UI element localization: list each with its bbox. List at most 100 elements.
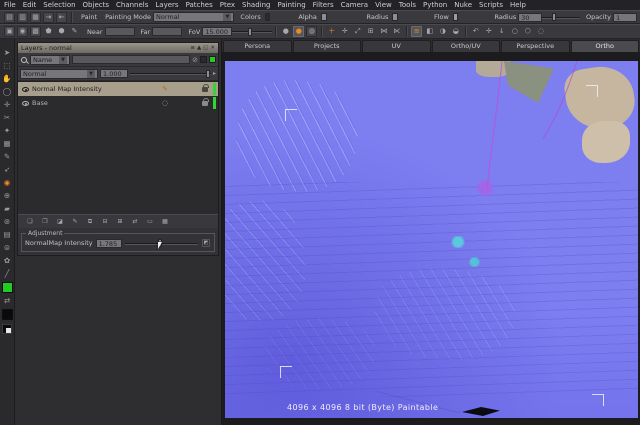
menu-view[interactable]: View [375,1,392,9]
tab-ortho[interactable]: Ortho [571,40,640,52]
orbit-icon[interactable]: ○ [509,26,520,37]
duplicate-layer-icon[interactable]: ⧉ [85,217,95,227]
mirror-y-icon[interactable]: ⋉ [391,26,402,37]
radius-slider-handle[interactable] [552,13,556,21]
colors-swatch[interactable] [265,13,271,21]
visible-indicator-chip[interactable] [209,56,216,63]
zoom-magnifier-icon[interactable]: ◯ [1,86,13,98]
fov-field[interactable]: 15.000 [202,27,232,36]
select-tool-icon[interactable]: ➤ [1,47,13,59]
lock-icon[interactable] [202,101,208,106]
visibility-eye-icon[interactable] [22,87,29,92]
reset-colors-icon[interactable] [2,324,12,334]
menu-shading[interactable]: Shading [242,1,270,9]
blend-options-icon[interactable]: ▸ [213,70,216,77]
marquee-select-icon[interactable]: ⬚ [1,60,13,72]
add-folder-icon[interactable]: ❐ [40,217,50,227]
tab-perspective[interactable]: Perspective [501,40,570,52]
masking-icon[interactable]: ◒ [450,26,461,37]
blend-mode-dropdown[interactable]: Normal ▼ [20,69,98,79]
menu-objects[interactable]: Objects [83,1,109,9]
tab-persona[interactable]: Persona [223,40,292,52]
far-field[interactable] [152,27,182,36]
menu-selection[interactable]: Selection [43,1,75,9]
save-project-icon[interactable]: ▦ [30,12,41,23]
gradient-tool-icon[interactable]: ▤ [1,229,13,241]
menu-patches[interactable]: Patches [186,1,213,9]
pan-hand-icon[interactable]: ✋ [1,73,13,85]
fov-slider-handle[interactable] [248,28,252,36]
palette-menu-icon[interactable]: ≡ [190,43,195,53]
normal-map-canvas[interactable]: 4096 x 4096 8 bit (Byte) Paintable [225,61,638,418]
palette-titlebar[interactable]: Layers - normal ≡ ▲ ◱ ✕ [18,43,218,53]
menu-help[interactable]: Help [510,1,526,9]
radius-checkbox[interactable] [392,13,398,21]
blur-tool-icon[interactable]: ✿ [1,255,13,267]
eraser-tool-icon[interactable]: ▰ [1,203,13,215]
blend-amount-slider[interactable] [130,69,211,79]
transform-icon[interactable]: ⤢ [352,26,363,37]
paint-tool-icon[interactable]: ◉ [1,177,13,189]
pan-view-icon[interactable]: ⬡ [522,26,533,37]
reset-adjustment-icon[interactable]: ◩ [202,239,210,247]
lighting-flat-icon[interactable]: ● [280,26,291,37]
clear-filter-icon[interactable]: ⊘ [192,56,198,64]
merge-layers-icon[interactable]: ⊟ [100,217,110,227]
projection-icon[interactable]: ≡ [411,26,422,37]
layer-row-normal-map-intensity[interactable]: Normal Map Intensity ✎ [18,82,218,96]
add-layer-icon[interactable]: ❏ [25,217,35,227]
falloff-icon[interactable]: ◑ [437,26,448,37]
visibility-eye-icon[interactable] [22,101,29,106]
new-project-icon[interactable]: ▤ [4,12,15,23]
export-icon[interactable]: ⇤ [56,12,67,23]
palette-float-icon[interactable]: ◱ [203,43,208,53]
menu-ptex[interactable]: Ptex [220,1,235,9]
tab-projects[interactable]: Projects [293,40,362,52]
lighting-full-icon[interactable]: ◍ [306,26,317,37]
viewport[interactable]: 4096 x 4096 8 bit (Byte) Paintable [222,52,640,425]
symmetry-icon[interactable]: ◧ [424,26,435,37]
near-field[interactable] [105,27,135,36]
menu-channels[interactable]: Channels [116,1,148,9]
tab-ortho-uv[interactable]: Ortho/UV [432,40,501,52]
foreground-color-swatch[interactable] [2,282,13,293]
paint-target-icon[interactable]: ＋ [326,26,337,37]
fov-slider[interactable] [232,27,272,37]
menu-tools[interactable]: Tools [399,1,416,9]
import-icon[interactable]: ⇥ [43,12,54,23]
zoom-view-icon[interactable]: ◌ [535,26,546,37]
add-adjustment-icon[interactable]: ◪ [55,217,65,227]
remove-layer-icon[interactable]: ▭ [145,217,155,227]
shader-icon[interactable]: ⬢ [56,26,67,37]
palette-collapse-icon[interactable]: ▲ [197,43,201,53]
menu-nuke[interactable]: Nuke [454,1,472,9]
move-tool-icon[interactable]: ✛ [1,99,13,111]
recenter-icon[interactable]: ✛ [483,26,494,37]
opacity-field[interactable]: 1 [613,13,637,22]
background-color-swatch[interactable] [2,309,13,320]
look-down-icon[interactable]: ↓ [496,26,507,37]
alpha-checkbox[interactable] [321,13,327,21]
clone-stamp-icon[interactable]: ⊜ [1,242,13,254]
filter-search-input[interactable] [72,55,190,64]
pipette-tool-icon[interactable]: ╱ [1,268,13,280]
menu-edit[interactable]: Edit [23,1,37,9]
grid-warp-icon[interactable]: ⊞ [365,26,376,37]
open-project-icon[interactable]: ▥ [17,12,28,23]
slice-tool-icon[interactable]: ✂ [1,112,13,124]
warp-tool-icon[interactable]: ✦ [1,125,13,137]
heal-tool-icon[interactable]: ⊛ [1,216,13,228]
group-layers-icon[interactable]: ⊞ [115,217,125,227]
mesh-icon[interactable]: ⬟ [43,26,54,37]
layer-grid-icon[interactable]: ▦ [160,217,170,227]
mirror-x-icon[interactable]: ⋈ [378,26,389,37]
menu-file[interactable]: File [4,1,16,9]
menu-python[interactable]: Python [423,1,447,9]
brush-tool-icon[interactable]: ✎ [1,151,13,163]
flow-checkbox[interactable] [453,13,459,21]
add-procedural-icon[interactable]: ✎ [70,217,80,227]
undo-view-icon[interactable]: ↶ [470,26,481,37]
radius-field[interactable]: 30 [518,13,542,22]
menu-filters[interactable]: Filters [313,1,334,9]
tab-uv[interactable]: UV [362,40,431,52]
